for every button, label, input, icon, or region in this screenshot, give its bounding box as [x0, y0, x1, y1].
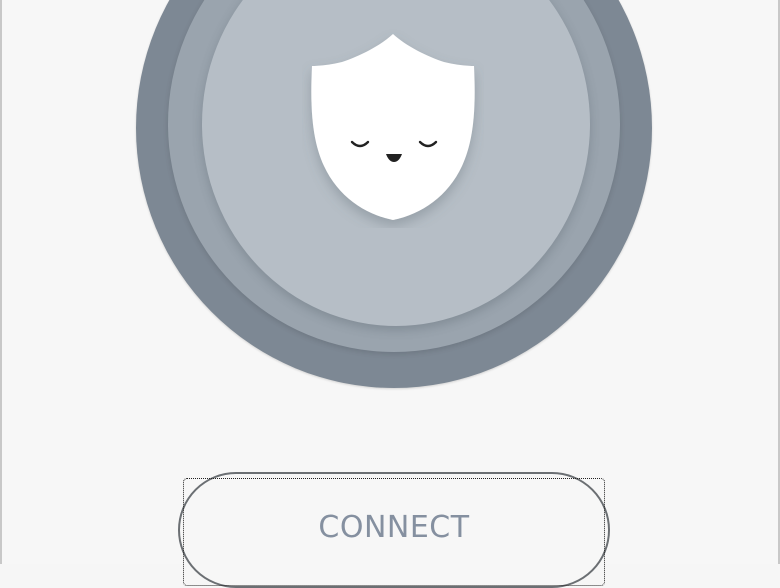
connect-button[interactable]: CONNECT	[178, 472, 610, 588]
connect-button-label: CONNECT	[318, 510, 470, 545]
app-window: CONNECT	[0, 0, 780, 588]
shield-mascot-icon	[302, 28, 484, 228]
